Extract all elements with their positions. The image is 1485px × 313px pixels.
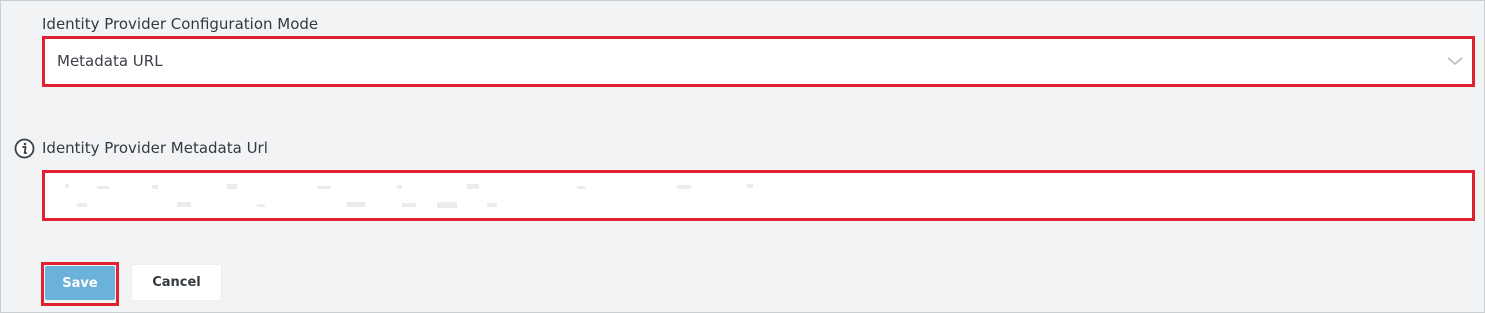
cancel-button[interactable]: Cancel [131,264,222,301]
sso-settings-panel: Identity Provider Configuration Mode Met… [0,0,1485,313]
config-mode-select[interactable]: Metadata URL [42,36,1475,87]
config-mode-label: Identity Provider Configuration Mode [42,15,319,33]
chevron-down-icon[interactable] [1446,55,1464,67]
save-button[interactable]: Save [45,266,115,300]
config-mode-selected-value: Metadata URL [57,52,163,70]
metadata-url-field[interactable] [42,170,1475,221]
info-icon[interactable] [14,138,35,159]
metadata-url-label: Identity Provider Metadata Url [42,139,268,157]
redacted-url-text [65,184,753,208]
